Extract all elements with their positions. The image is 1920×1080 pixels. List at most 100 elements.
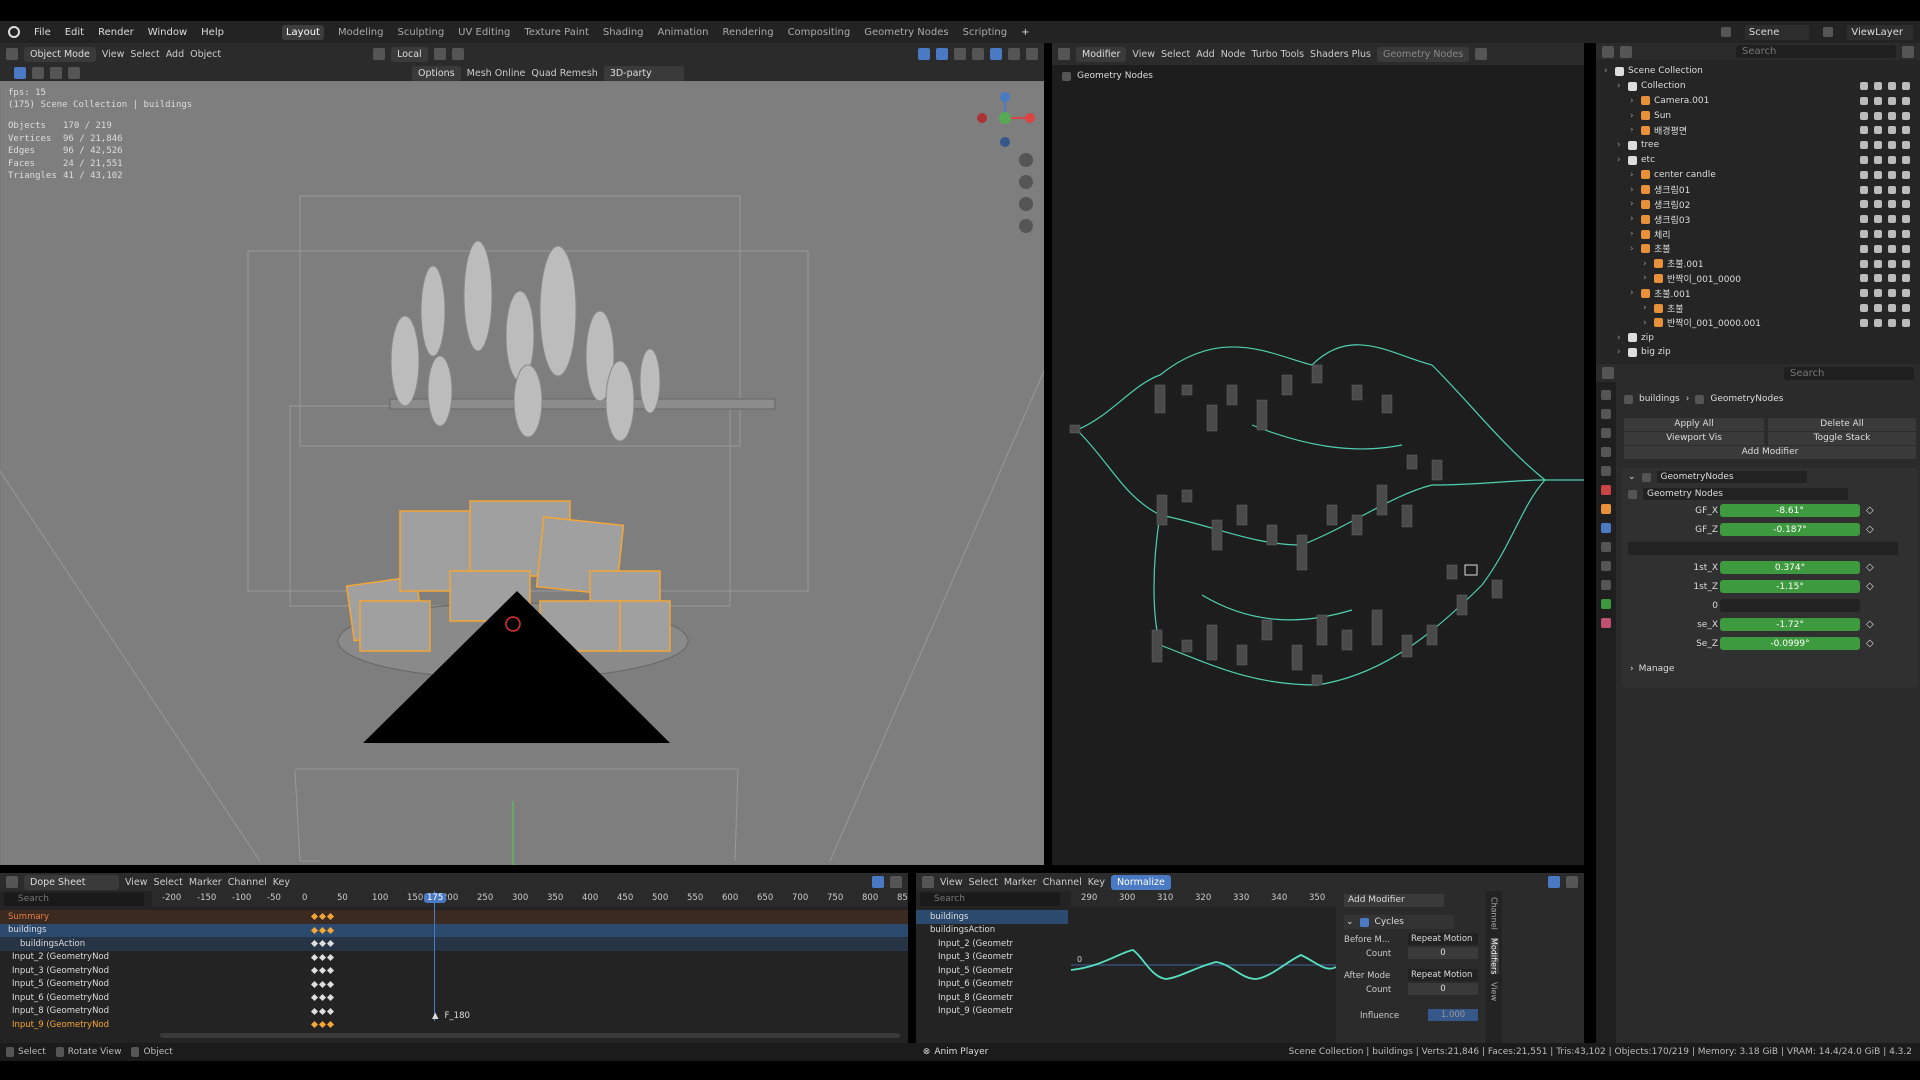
dope-channel-row[interactable]: buildings <box>0 923 908 937</box>
filter-icon[interactable] <box>1860 200 1868 209</box>
influence-field[interactable]: 1.000 <box>1428 1009 1478 1021</box>
anim-player-icon[interactable]: ⊗ <box>923 1047 931 1057</box>
tab-scripting[interactable]: Scripting <box>963 27 1007 38</box>
graph-menu-marker[interactable]: Marker <box>1004 877 1037 888</box>
camera-icon[interactable] <box>1888 244 1896 253</box>
object-tab-icon[interactable] <box>1601 504 1611 514</box>
before-mode-dropdown[interactable]: Repeat Motion <box>1408 933 1478 945</box>
delete-all-button[interactable]: Delete All <box>1768 418 1916 431</box>
outliner-row[interactable]: › Scene Collection <box>1596 64 1920 79</box>
camera-icon[interactable] <box>1888 111 1896 120</box>
dope-filter-icon[interactable] <box>872 876 884 888</box>
outliner-search[interactable]: Search <box>1736 45 1896 58</box>
graph-channel-row[interactable]: buildingsAction <box>916 924 1068 938</box>
expand-arrow-icon[interactable]: › <box>1617 81 1625 91</box>
input-value-field[interactable]: -1.72° <box>1720 618 1860 631</box>
render-icon[interactable] <box>1902 185 1910 194</box>
empty-input-row[interactable] <box>1628 542 1898 555</box>
3d-viewport[interactable]: fps: 15 (175) Scene Collection | buildin… <box>0 81 1044 865</box>
camera-icon[interactable] <box>1888 170 1896 179</box>
proportional-edit-icon[interactable] <box>451 48 464 60</box>
outliner-row[interactable]: › 배경평면 <box>1596 123 1920 138</box>
dope-channel-row[interactable]: Summary <box>0 910 908 924</box>
outliner-row[interactable]: › 반짝이_001_0000.001 <box>1596 316 1920 331</box>
camera-icon[interactable] <box>1888 200 1896 209</box>
node-editor-mode[interactable]: Modifier <box>1076 46 1127 62</box>
keyframe-icon[interactable]: ◇ <box>1866 562 1874 573</box>
camera-icon[interactable] <box>1888 318 1896 327</box>
filter-icon[interactable] <box>1860 96 1868 105</box>
output-tab-icon[interactable] <box>1601 428 1611 438</box>
graph-menu-view[interactable]: View <box>940 877 963 888</box>
outliner-filter-icon[interactable] <box>1902 45 1914 58</box>
menu-help[interactable]: Help <box>201 27 224 38</box>
dope-type-icon[interactable] <box>6 876 18 888</box>
keyframe-diamond[interactable] <box>326 993 335 1002</box>
dope-menu-view[interactable]: View <box>125 877 148 888</box>
expand-arrow-icon[interactable]: › <box>1630 244 1638 254</box>
select-mode-4-icon[interactable] <box>68 67 80 79</box>
expand-arrow-icon[interactable]: › <box>1630 96 1638 106</box>
keyframe-diamond[interactable] <box>318 980 327 988</box>
scene-name[interactable]: Scene <box>1744 24 1810 40</box>
viewport-menu-view[interactable]: View <box>102 49 125 60</box>
expand-arrow-icon[interactable]: › <box>1643 318 1651 328</box>
node-tree-selector[interactable]: Geometry Nodes <box>1377 46 1470 62</box>
filter-icon[interactable] <box>1860 156 1868 165</box>
keyframe-diamond[interactable] <box>310 1020 319 1029</box>
expand-arrow-icon[interactable]: › <box>1643 259 1651 269</box>
overlay-toggle-icon[interactable] <box>936 48 948 60</box>
dope-channel-row[interactable]: Input_2 (GeometryNod <box>0 951 908 965</box>
filter-icon[interactable] <box>1860 185 1868 194</box>
filter-icon[interactable] <box>1860 274 1868 283</box>
physics-tab-icon[interactable] <box>1601 561 1611 571</box>
outliner-row[interactable]: › tree <box>1596 138 1920 153</box>
outliner-row[interactable]: › 생크림03 <box>1596 212 1920 227</box>
input-value-field[interactable]: -1.15° <box>1720 580 1860 593</box>
toggle-stack-button[interactable]: Toggle Stack <box>1768 432 1916 445</box>
filter-icon[interactable] <box>1860 170 1868 179</box>
render-icon[interactable] <box>1902 304 1910 313</box>
filter-icon[interactable] <box>1860 141 1868 150</box>
filter-icon[interactable] <box>1860 244 1868 253</box>
render-icon[interactable] <box>1902 215 1910 224</box>
filter-icon[interactable] <box>1860 289 1868 298</box>
snap-icon[interactable] <box>433 48 446 60</box>
camera-icon[interactable] <box>1888 96 1896 105</box>
viewport-menu-object[interactable]: Object <box>190 49 221 60</box>
outliner-row[interactable]: › 체리 <box>1596 227 1920 242</box>
ortho-grid-icon[interactable] <box>1019 219 1033 233</box>
render-icon[interactable] <box>1902 82 1910 91</box>
expand-arrow-icon[interactable]: › <box>1617 333 1625 343</box>
keyframe-diamond[interactable] <box>310 939 319 948</box>
pin-icon[interactable] <box>1475 48 1488 60</box>
camera-icon[interactable] <box>1888 289 1896 298</box>
outliner-row[interactable]: › 반짝이_001_0000 <box>1596 271 1920 286</box>
render-icon[interactable] <box>1902 141 1910 150</box>
constraints-tab-icon[interactable] <box>1601 580 1611 590</box>
menu-file[interactable]: File <box>34 27 51 38</box>
render-tab-icon[interactable] <box>1601 409 1611 419</box>
data-tab-icon[interactable] <box>1601 599 1611 609</box>
camera-icon[interactable] <box>1888 126 1896 135</box>
keyframe-diamond[interactable] <box>326 939 335 948</box>
graph-channel-row[interactable]: buildings <box>916 910 1068 924</box>
tab-sculpting[interactable]: Sculpting <box>397 27 444 38</box>
expand-arrow-icon[interactable]: › <box>1617 155 1625 165</box>
select-mode-3-icon[interactable] <box>50 67 62 79</box>
keyframe-icon[interactable]: ◇ <box>1866 524 1874 535</box>
outliner-row[interactable]: › Collection <box>1596 79 1920 94</box>
eye-icon[interactable] <box>1874 200 1882 209</box>
filter-icon[interactable] <box>1860 111 1868 120</box>
outliner-row[interactable]: › 초불.001 <box>1596 256 1920 271</box>
filter-icon[interactable] <box>1860 304 1868 313</box>
manage-subpanel[interactable]: › Manage <box>1630 664 1674 674</box>
keyframe-diamond[interactable] <box>318 953 327 961</box>
expand-arrow-icon[interactable]: › <box>1630 170 1638 180</box>
outliner-type-icon[interactable] <box>1602 45 1614 58</box>
shading-solid-icon[interactable] <box>990 48 1002 60</box>
outliner-display-icon[interactable] <box>1620 45 1632 58</box>
zoom-icon[interactable] <box>1019 153 1033 167</box>
tab-animation[interactable]: Animation <box>658 27 709 38</box>
gizmo-toggle-icon[interactable] <box>918 48 930 60</box>
